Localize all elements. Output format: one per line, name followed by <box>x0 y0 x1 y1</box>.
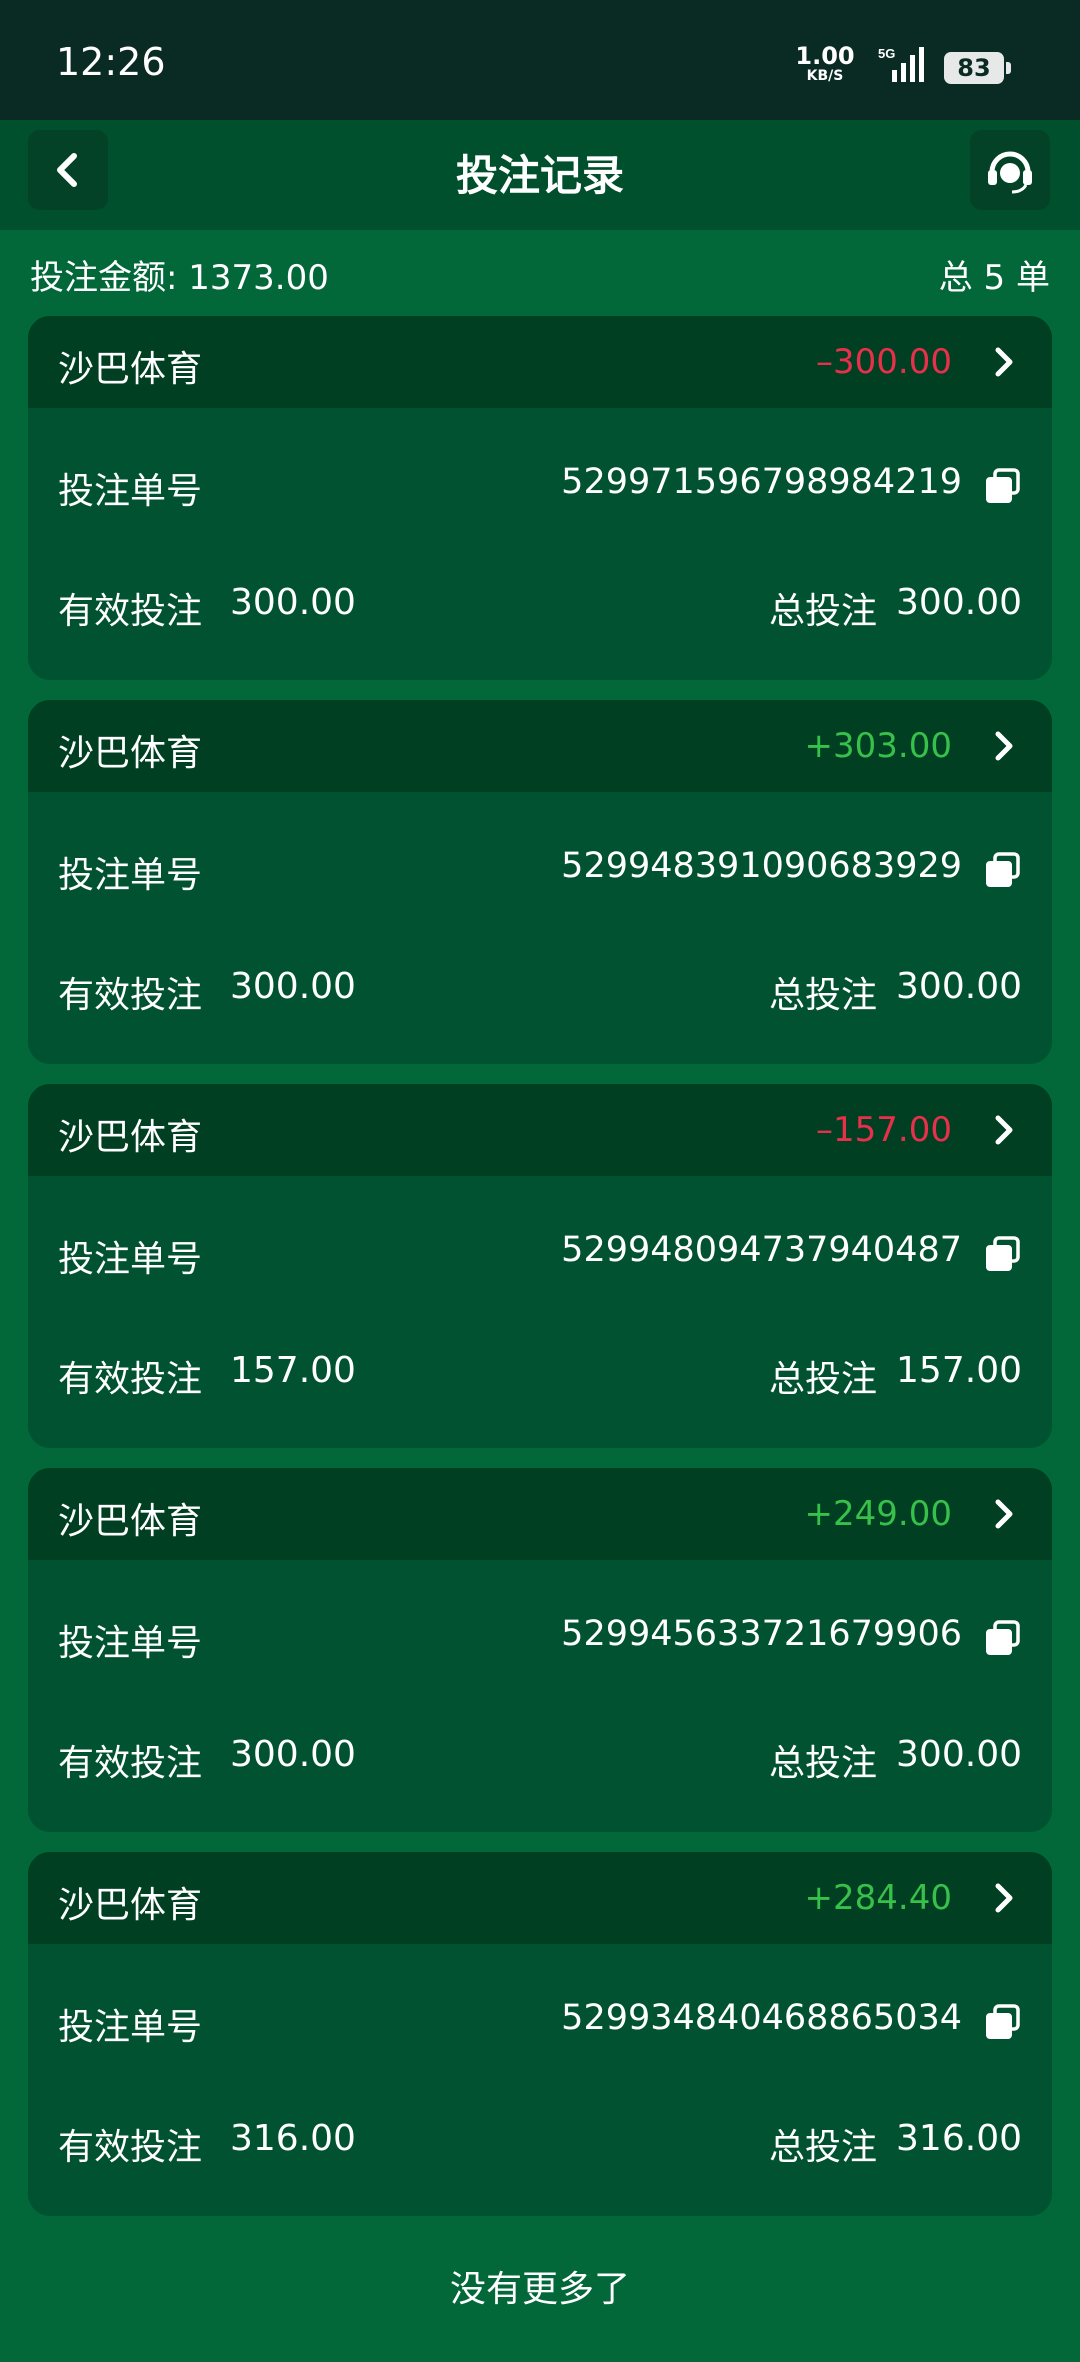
status-time: 12:26 <box>56 40 166 84</box>
order-number-value: 529948094737940487 <box>561 1230 962 1270</box>
copy-icon[interactable] <box>982 850 1022 890</box>
bet-result-amount: +284.40 <box>804 1878 952 1918</box>
battery-icon: 83 <box>944 52 1011 84</box>
total-order-count: 总 5 单 <box>938 258 1050 298</box>
chevron-right-icon[interactable] <box>986 344 1022 380</box>
customer-service-button[interactable] <box>970 130 1050 210</box>
platform-name: 沙巴体育 <box>58 349 203 390</box>
order-number-label: 投注单号 <box>58 1623 203 1664</box>
total-bet-label: 总投注 <box>768 591 877 632</box>
bet-record-card[interactable]: 沙巴体育 +284.40 投注单号 529934840468865034 有效投… <box>28 1852 1052 2216</box>
order-number-label: 投注单号 <box>58 2007 203 2048</box>
copy-icon[interactable] <box>982 466 1022 506</box>
platform-name: 沙巴体育 <box>58 1117 203 1158</box>
effective-bet-value: 300.00 <box>230 966 356 1007</box>
total-bet-label: 总投注 <box>768 975 877 1016</box>
no-more-data-label: 没有更多了 <box>449 2269 630 2310</box>
bet-summary: 投注金额: 1373.00 总 5 单 <box>30 250 1050 298</box>
order-number-label: 投注单号 <box>58 1239 203 1280</box>
chevron-right-icon[interactable] <box>986 1880 1022 1916</box>
total-bet-value: 300.00 <box>896 966 1022 1007</box>
effective-bet-label: 有效投注 <box>58 591 203 632</box>
bet-record-header[interactable]: 沙巴体育 +249.00 <box>28 1468 1052 1560</box>
copy-icon[interactable] <box>982 1618 1022 1658</box>
effective-bet-value: 300.00 <box>230 582 356 623</box>
chevron-right-icon[interactable] <box>986 728 1022 764</box>
bet-record-card[interactable]: 沙巴体育 +303.00 投注单号 529948391090683929 有效投… <box>28 700 1052 1064</box>
bet-result-amount: –157.00 <box>816 1110 952 1150</box>
total-bet-value: 316.00 <box>896 2118 1022 2159</box>
effective-bet-label: 有效投注 <box>58 1359 203 1400</box>
order-number-value: 529971596798984219 <box>561 462 962 502</box>
platform-name: 沙巴体育 <box>58 733 203 774</box>
total-bet-amount: 投注金额: 1373.00 <box>30 258 329 298</box>
total-bet-value: 300.00 <box>896 1734 1022 1775</box>
bet-result-amount: +249.00 <box>804 1494 952 1534</box>
network-speed-unit: KB/S <box>806 68 844 84</box>
order-number-value: 529948391090683929 <box>561 846 962 886</box>
bet-record-header[interactable]: 沙巴体育 +303.00 <box>28 700 1052 792</box>
status-bar: 12:26 1.00 KB/S 5G 83 <box>0 0 1080 120</box>
order-number-label: 投注单号 <box>58 471 203 512</box>
total-bet-value: 300.00 <box>896 582 1022 623</box>
order-number-label: 投注单号 <box>58 855 203 896</box>
platform-name: 沙巴体育 <box>58 1501 203 1542</box>
bet-record-card[interactable]: 沙巴体育 –157.00 投注单号 529948094737940487 有效投… <box>28 1084 1052 1448</box>
effective-bet-label: 有效投注 <box>58 2127 203 2168</box>
copy-icon[interactable] <box>982 1234 1022 1274</box>
chevron-right-icon[interactable] <box>986 1112 1022 1148</box>
effective-bet-value: 157.00 <box>230 1350 356 1391</box>
bet-record-header[interactable]: 沙巴体育 –300.00 <box>28 316 1052 408</box>
bet-result-amount: –300.00 <box>816 342 952 382</box>
chevron-right-icon[interactable] <box>986 1496 1022 1532</box>
bet-record-header[interactable]: 沙巴体育 +284.40 <box>28 1852 1052 1944</box>
page-title: 投注记录 <box>455 151 624 200</box>
order-number-value: 529945633721679906 <box>561 1614 962 1654</box>
total-bet-label: 总投注 <box>768 1359 877 1400</box>
bet-record-card[interactable]: 沙巴体育 –300.00 投注单号 529971596798984219 有效投… <box>28 316 1052 680</box>
network-speed: 1.00 KB/S <box>795 44 855 83</box>
battery-level: 83 <box>944 52 1004 84</box>
effective-bet-label: 有效投注 <box>58 975 203 1016</box>
bet-record-card[interactable]: 沙巴体育 +249.00 投注单号 529945633721679906 有效投… <box>28 1468 1052 1832</box>
bet-record-header[interactable]: 沙巴体育 –157.00 <box>28 1084 1052 1176</box>
total-bet-label: 总投注 <box>768 2127 877 2168</box>
network-type-label: 5G <box>878 46 895 61</box>
network-speed-value: 1.00 <box>795 42 855 70</box>
effective-bet-label: 有效投注 <box>58 1743 203 1784</box>
effective-bet-value: 300.00 <box>230 1734 356 1775</box>
platform-name: 沙巴体育 <box>58 1885 203 1926</box>
copy-icon[interactable] <box>982 2002 1022 2042</box>
app-header: 投注记录 <box>0 120 1080 230</box>
order-number-value: 529934840468865034 <box>561 1998 962 2038</box>
bet-result-amount: +303.00 <box>804 726 952 766</box>
signal-icon: 5G <box>878 44 930 84</box>
effective-bet-value: 316.00 <box>230 2118 356 2159</box>
total-bet-label: 总投注 <box>768 1743 877 1784</box>
total-bet-value: 157.00 <box>896 1350 1022 1391</box>
headset-icon <box>988 151 1032 194</box>
